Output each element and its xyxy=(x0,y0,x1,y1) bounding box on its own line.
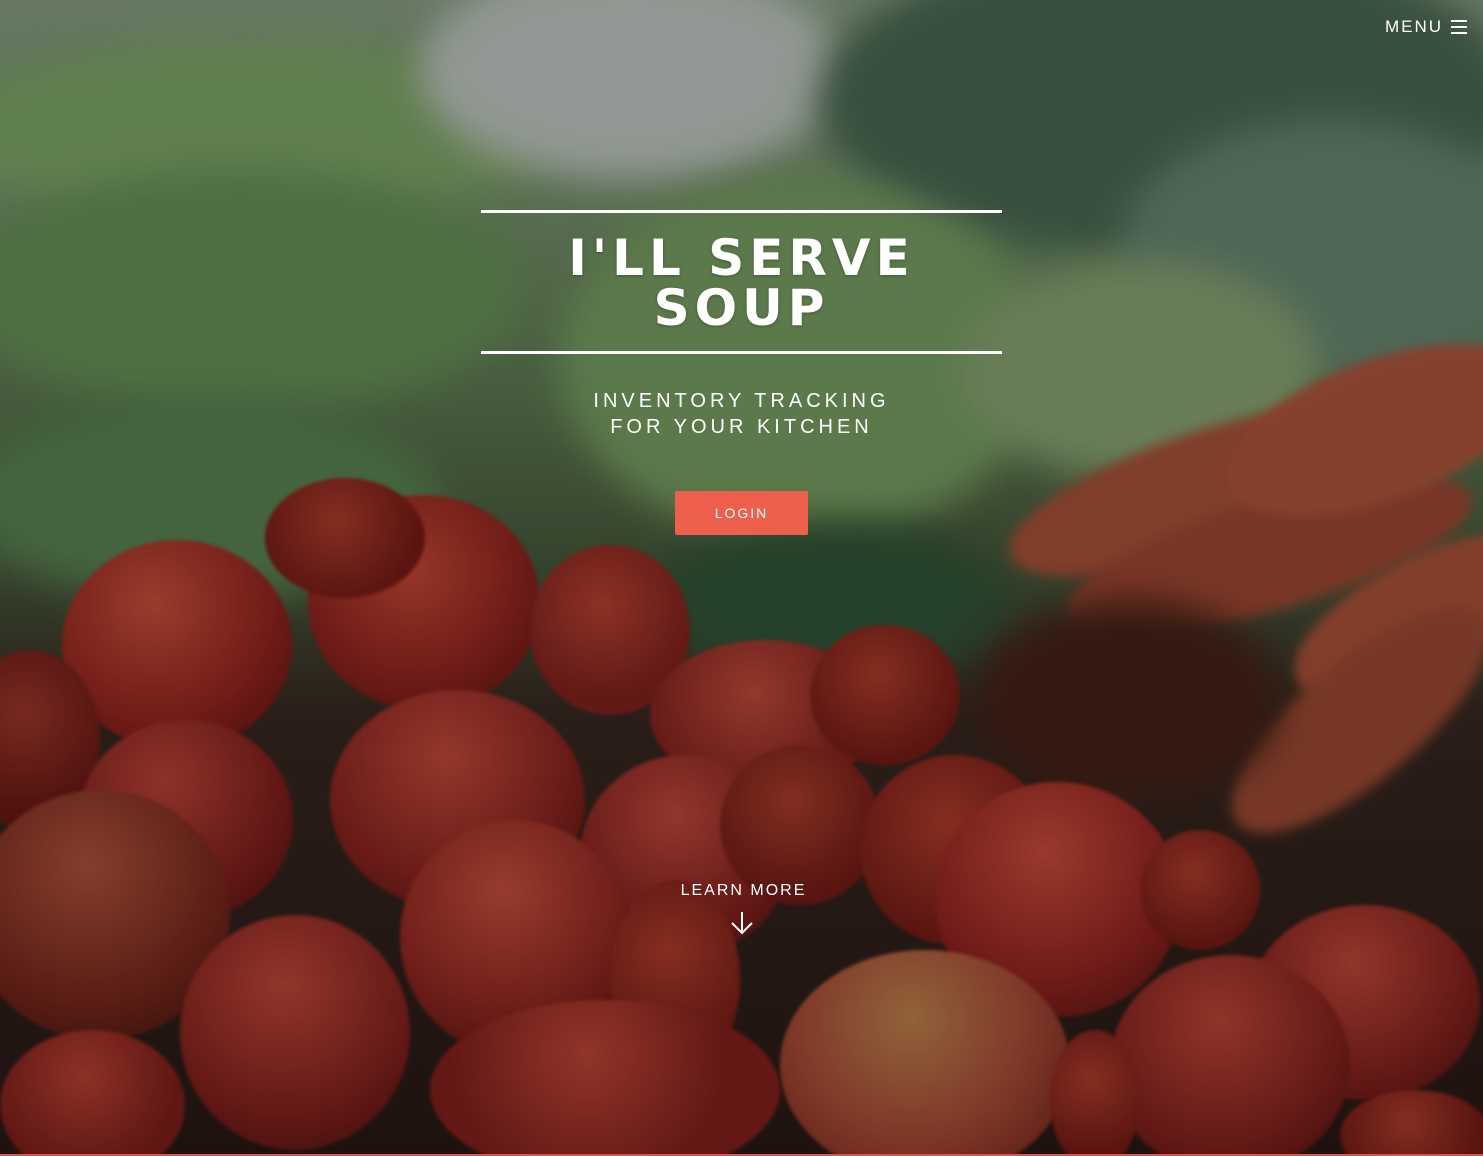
tagline-line-1: INVENTORY TRACKING xyxy=(593,390,890,412)
hero-section: I'LL SERVE SOUP INVENTORY TRACKING FOR Y… xyxy=(0,210,1483,535)
learn-more-label: LEARN MORE xyxy=(680,882,807,899)
hamburger-icon xyxy=(1451,20,1467,34)
arrow-down-icon xyxy=(730,912,753,935)
site-title: I'LL SERVE SOUP xyxy=(568,229,915,337)
tagline: INVENTORY TRACKING FOR YOUR KITCHEN xyxy=(593,388,889,440)
tagline-line-2: FOR YOUR KITCHEN xyxy=(610,416,873,438)
learn-more-link[interactable]: LEARN MORE xyxy=(0,882,1483,936)
dark-overlay xyxy=(0,0,1483,1156)
login-button[interactable]: LOGIN xyxy=(675,491,808,535)
title-box: I'LL SERVE SOUP xyxy=(481,210,1002,354)
menu-button[interactable]: MENU xyxy=(1385,17,1467,37)
menu-label: MENU xyxy=(1384,17,1443,36)
landing-page: MENU I'LL SERVE SOUP INVENTORY TRACKING … xyxy=(0,0,1483,1156)
